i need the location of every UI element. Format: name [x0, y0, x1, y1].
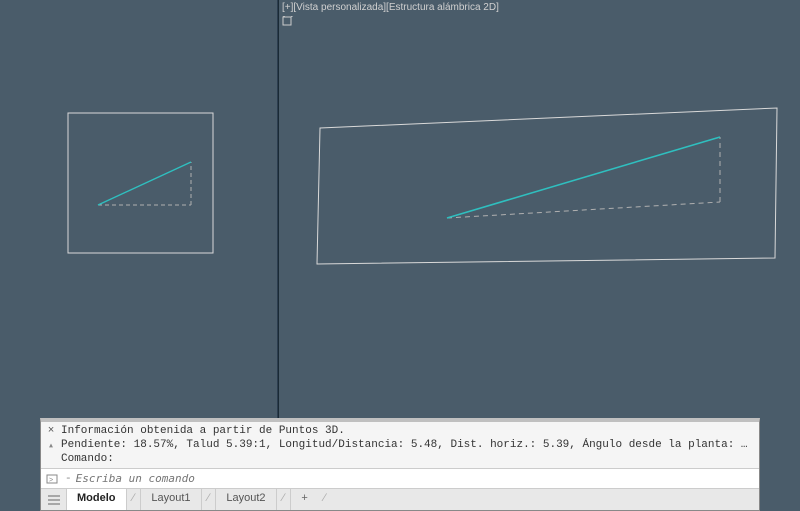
history-up-icon[interactable]: ▴ [45, 440, 57, 452]
close-icon[interactable]: × [45, 425, 57, 437]
tabs-menu-icon[interactable] [41, 489, 67, 510]
svg-text:>_: >_ [49, 477, 58, 485]
tab-nav-next-icon[interactable]: ∕ [277, 489, 292, 510]
command-prompt-icon[interactable]: >_ [41, 473, 65, 485]
history-line: Comando: [61, 452, 753, 466]
command-input-row: >_ - [41, 468, 759, 488]
history-line: Información obtenida a partir de Puntos … [61, 424, 753, 438]
command-input[interactable] [74, 470, 759, 488]
tab-nav-end-icon: ∕ [318, 489, 332, 510]
command-panel: × ▴ Información obtenida a partir de Pun… [40, 418, 760, 511]
tab-layout1[interactable]: Layout1 [141, 489, 201, 510]
tab-add-button[interactable]: + [291, 489, 317, 510]
history-line: Pendiente: 18.57%, Talud 5.39:1, Longitu… [61, 438, 753, 452]
command-history[interactable]: × ▴ Información obtenida a partir de Pun… [41, 422, 759, 468]
tab-nav-prev-icon[interactable]: ∕ [127, 489, 142, 510]
layout-tabs: Modelo ∕ Layout1 ∕ Layout2 ∕ + ∕ [41, 488, 759, 510]
tab-layout2[interactable]: Layout2 [216, 489, 276, 510]
dash-icon: - [65, 473, 74, 485]
tab-nav-sep-icon: ∕ [202, 489, 217, 510]
tab-model[interactable]: Modelo [67, 489, 127, 510]
